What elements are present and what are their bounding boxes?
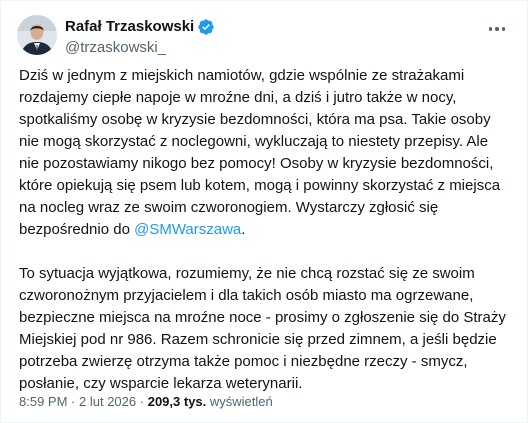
views-count: 209,3 tys. <box>147 394 207 409</box>
more-dot <box>488 27 493 31</box>
author-name-row: Rafał Trzaskowski <box>65 17 215 37</box>
tweet-line: Dziś w jednym z miejskich namiotów, gdzi… <box>19 67 465 84</box>
avatar[interactable] <box>17 15 57 55</box>
tweet-time[interactable]: 8:59 PM <box>19 394 67 409</box>
tweet-card: Rafał Trzaskowski @trzaskowski_ Dziś w j… <box>0 0 528 423</box>
more-options-icon[interactable] <box>483 19 511 39</box>
tweet-text-fragment: . <box>241 221 246 238</box>
verified-badge-icon[interactable] <box>197 18 215 36</box>
tweet-line: potrzeba zwierzę otrzyma także pomoc i n… <box>19 353 468 370</box>
more-dot <box>495 27 499 31</box>
meta-separator: · <box>139 394 145 409</box>
tweet-line: które opiekują się psem lub kotem, mogą … <box>19 177 501 194</box>
tweet-text: Dziś w jednym z miejskich namiotów, gdzi… <box>19 65 519 395</box>
tweet-date[interactable]: 2 lut 2026 <box>79 394 136 409</box>
tweet-paragraph-2: To sytuacja wyjątkowa, rozumiemy, że nie… <box>19 263 519 395</box>
avatar-image <box>17 15 57 55</box>
tweet-line: bezpieczne miejsca na mroźne noce - pros… <box>19 309 506 326</box>
tweet-line-with-mention: bezpośrednio do @SMWarszawa. <box>19 219 519 241</box>
tweet-line: spotkaliśmy osobę w kryzysie bezdomności… <box>19 111 491 128</box>
tweet-line: na nocleg wraz ze swoim czworonogiem. Wy… <box>19 199 439 216</box>
tweet-line: rozdajemy ciepłe napoje w mroźne dni, a … <box>19 89 457 106</box>
more-dot <box>501 27 506 31</box>
author-name[interactable]: Rafał Trzaskowski <box>65 17 194 37</box>
meta-separator: · <box>71 394 76 409</box>
tweet-line: nie mogą skorzystać z noclegowni, wykluc… <box>19 133 489 150</box>
tweet-line: Miejskiej pod nr 986. Razem schronicie s… <box>19 331 497 348</box>
author-names: Rafał Trzaskowski @trzaskowski_ <box>65 17 215 58</box>
tweet-line: posłanie, czy wsparcie lekarza weterynar… <box>19 375 303 392</box>
views-label: wyświetleń <box>209 394 273 409</box>
mention-link[interactable]: @SMWarszawa <box>134 221 241 238</box>
tweet-line: To sytuacja wyjątkowa, rozumiemy, że nie… <box>19 265 475 282</box>
tweet-text-fragment: bezpośrednio do <box>19 221 135 238</box>
tweet-line: czworonożnym przyjacielem i dla takich o… <box>19 287 474 304</box>
tweet-line: nie pozostawiamy nikogo bez pomocy! Osob… <box>19 155 494 172</box>
tweet-paragraph-1: Dziś w jednym z miejskich namiotów, gdzi… <box>19 65 519 241</box>
tweet-header: Rafał Trzaskowski @trzaskowski_ <box>17 15 511 59</box>
tweet-meta: 8:59 PM · 2 lut 2026 · 209,3 tys. wyświe… <box>19 393 273 411</box>
author-handle[interactable]: @trzaskowski_ <box>65 38 215 58</box>
